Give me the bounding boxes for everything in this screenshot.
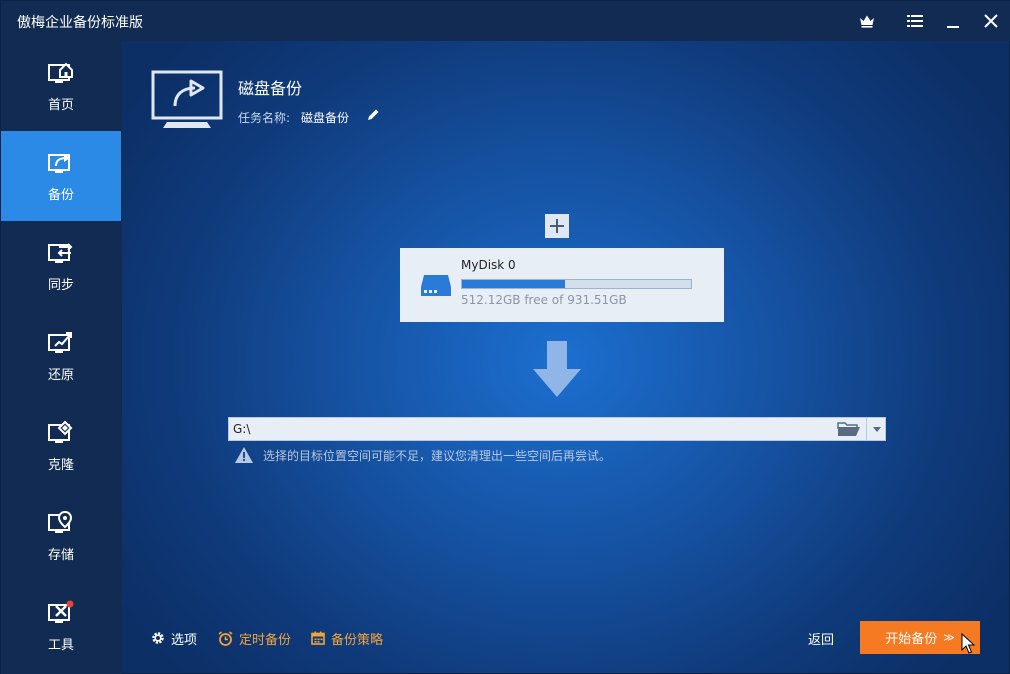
sidebar-item-label: 备份 (47, 187, 74, 203)
hard-disk-icon (421, 275, 451, 296)
home-monitor-icon (48, 62, 73, 83)
notification-dot-icon (66, 600, 74, 607)
title-bar: 傲梅企业备份标准版 (1, 1, 1010, 41)
warning-icon (235, 447, 253, 463)
sidebar-item-sync[interactable]: 同步 (1, 221, 121, 311)
task-name-label: 任务名称: (238, 111, 291, 125)
task-title: 磁盘备份 (238, 79, 303, 98)
task-name-value: 磁盘备份 (301, 111, 350, 125)
sidebar-item-label: 同步 (47, 277, 74, 293)
edit-pencil-icon[interactable] (366, 108, 380, 122)
sidebar-item-label: 首页 (47, 97, 74, 113)
menu-icon[interactable] (903, 9, 927, 33)
sidebar-item-backup[interactable]: 备份 (1, 131, 121, 221)
sync-monitor-icon (48, 242, 73, 263)
double-chevron-down-icon: ≫ (943, 631, 955, 644)
sidebar-item-clone[interactable]: 克隆 (1, 401, 121, 491)
disk-backup-task-icon (151, 70, 223, 128)
storage-location-icon (48, 510, 73, 533)
window-title: 傲梅企业备份标准版 (17, 15, 143, 31)
destination-warning-text: 选择的目标位置空间可能不足，建议您清理出一些空间后再尝试。 (263, 449, 612, 463)
add-source-button[interactable] (545, 214, 569, 238)
chevron-down-icon (872, 426, 881, 432)
sidebar-item-label: 工具 (47, 637, 74, 653)
open-folder-icon[interactable] (837, 421, 861, 437)
sidebar-item-label: 克隆 (47, 457, 74, 473)
sidebar-item-restore[interactable]: 还原 (1, 311, 121, 401)
app-window: 傲梅企业备份标准版 首页 备份 同步 还原 克隆 存储 工具 磁盘备份 任务名称… (0, 0, 1010, 674)
sidebar: 首页 备份 同步 还原 克隆 存储 工具 (1, 41, 122, 674)
disk-usage-fill (462, 280, 566, 288)
close-icon[interactable] (979, 9, 1003, 33)
crown-icon[interactable] (855, 9, 879, 33)
back-button[interactable]: 返回 (808, 629, 834, 648)
restore-monitor-icon (48, 331, 72, 353)
schedule-backup-label: 定时备份 (239, 632, 292, 648)
clone-monitor-icon (48, 420, 73, 443)
disk-free-space: 512.12GB free of 931.51GB (461, 293, 627, 307)
sidebar-item-label: 存储 (47, 547, 74, 563)
gear-icon (152, 632, 164, 644)
alarm-clock-icon (218, 630, 233, 646)
sidebar-item-home[interactable]: 首页 (1, 41, 121, 131)
destination-dropdown-button[interactable] (866, 418, 886, 440)
destination-path-box[interactable] (228, 417, 886, 441)
destination-path-input[interactable] (233, 418, 823, 440)
source-disk-card[interactable]: MyDisk 0 512.12GB free of 931.51GB (400, 248, 724, 322)
backup-scheme-label: 备份策略 (331, 632, 384, 648)
sidebar-item-tools[interactable]: 工具 (1, 581, 121, 671)
sidebar-item-storage[interactable]: 存储 (1, 491, 121, 581)
tools-monitor-icon (48, 600, 74, 623)
backup-monitor-icon (48, 153, 70, 173)
minimize-icon[interactable] (941, 9, 965, 33)
options-label: 选项 (171, 632, 198, 648)
disk-name: MyDisk 0 (461, 258, 516, 272)
mouse-cursor-icon (961, 633, 975, 654)
calendar-icon (311, 631, 325, 645)
start-backup-label: 开始备份 (885, 632, 938, 647)
options-link[interactable]: 选项 (151, 629, 198, 648)
down-arrow-icon (533, 341, 581, 397)
disk-usage-bar (461, 279, 692, 289)
sidebar-item-label: 还原 (47, 367, 74, 383)
schedule-backup-link[interactable]: 定时备份 (218, 629, 292, 648)
plus-icon (550, 219, 564, 233)
backup-scheme-link[interactable]: 备份策略 (311, 629, 384, 648)
